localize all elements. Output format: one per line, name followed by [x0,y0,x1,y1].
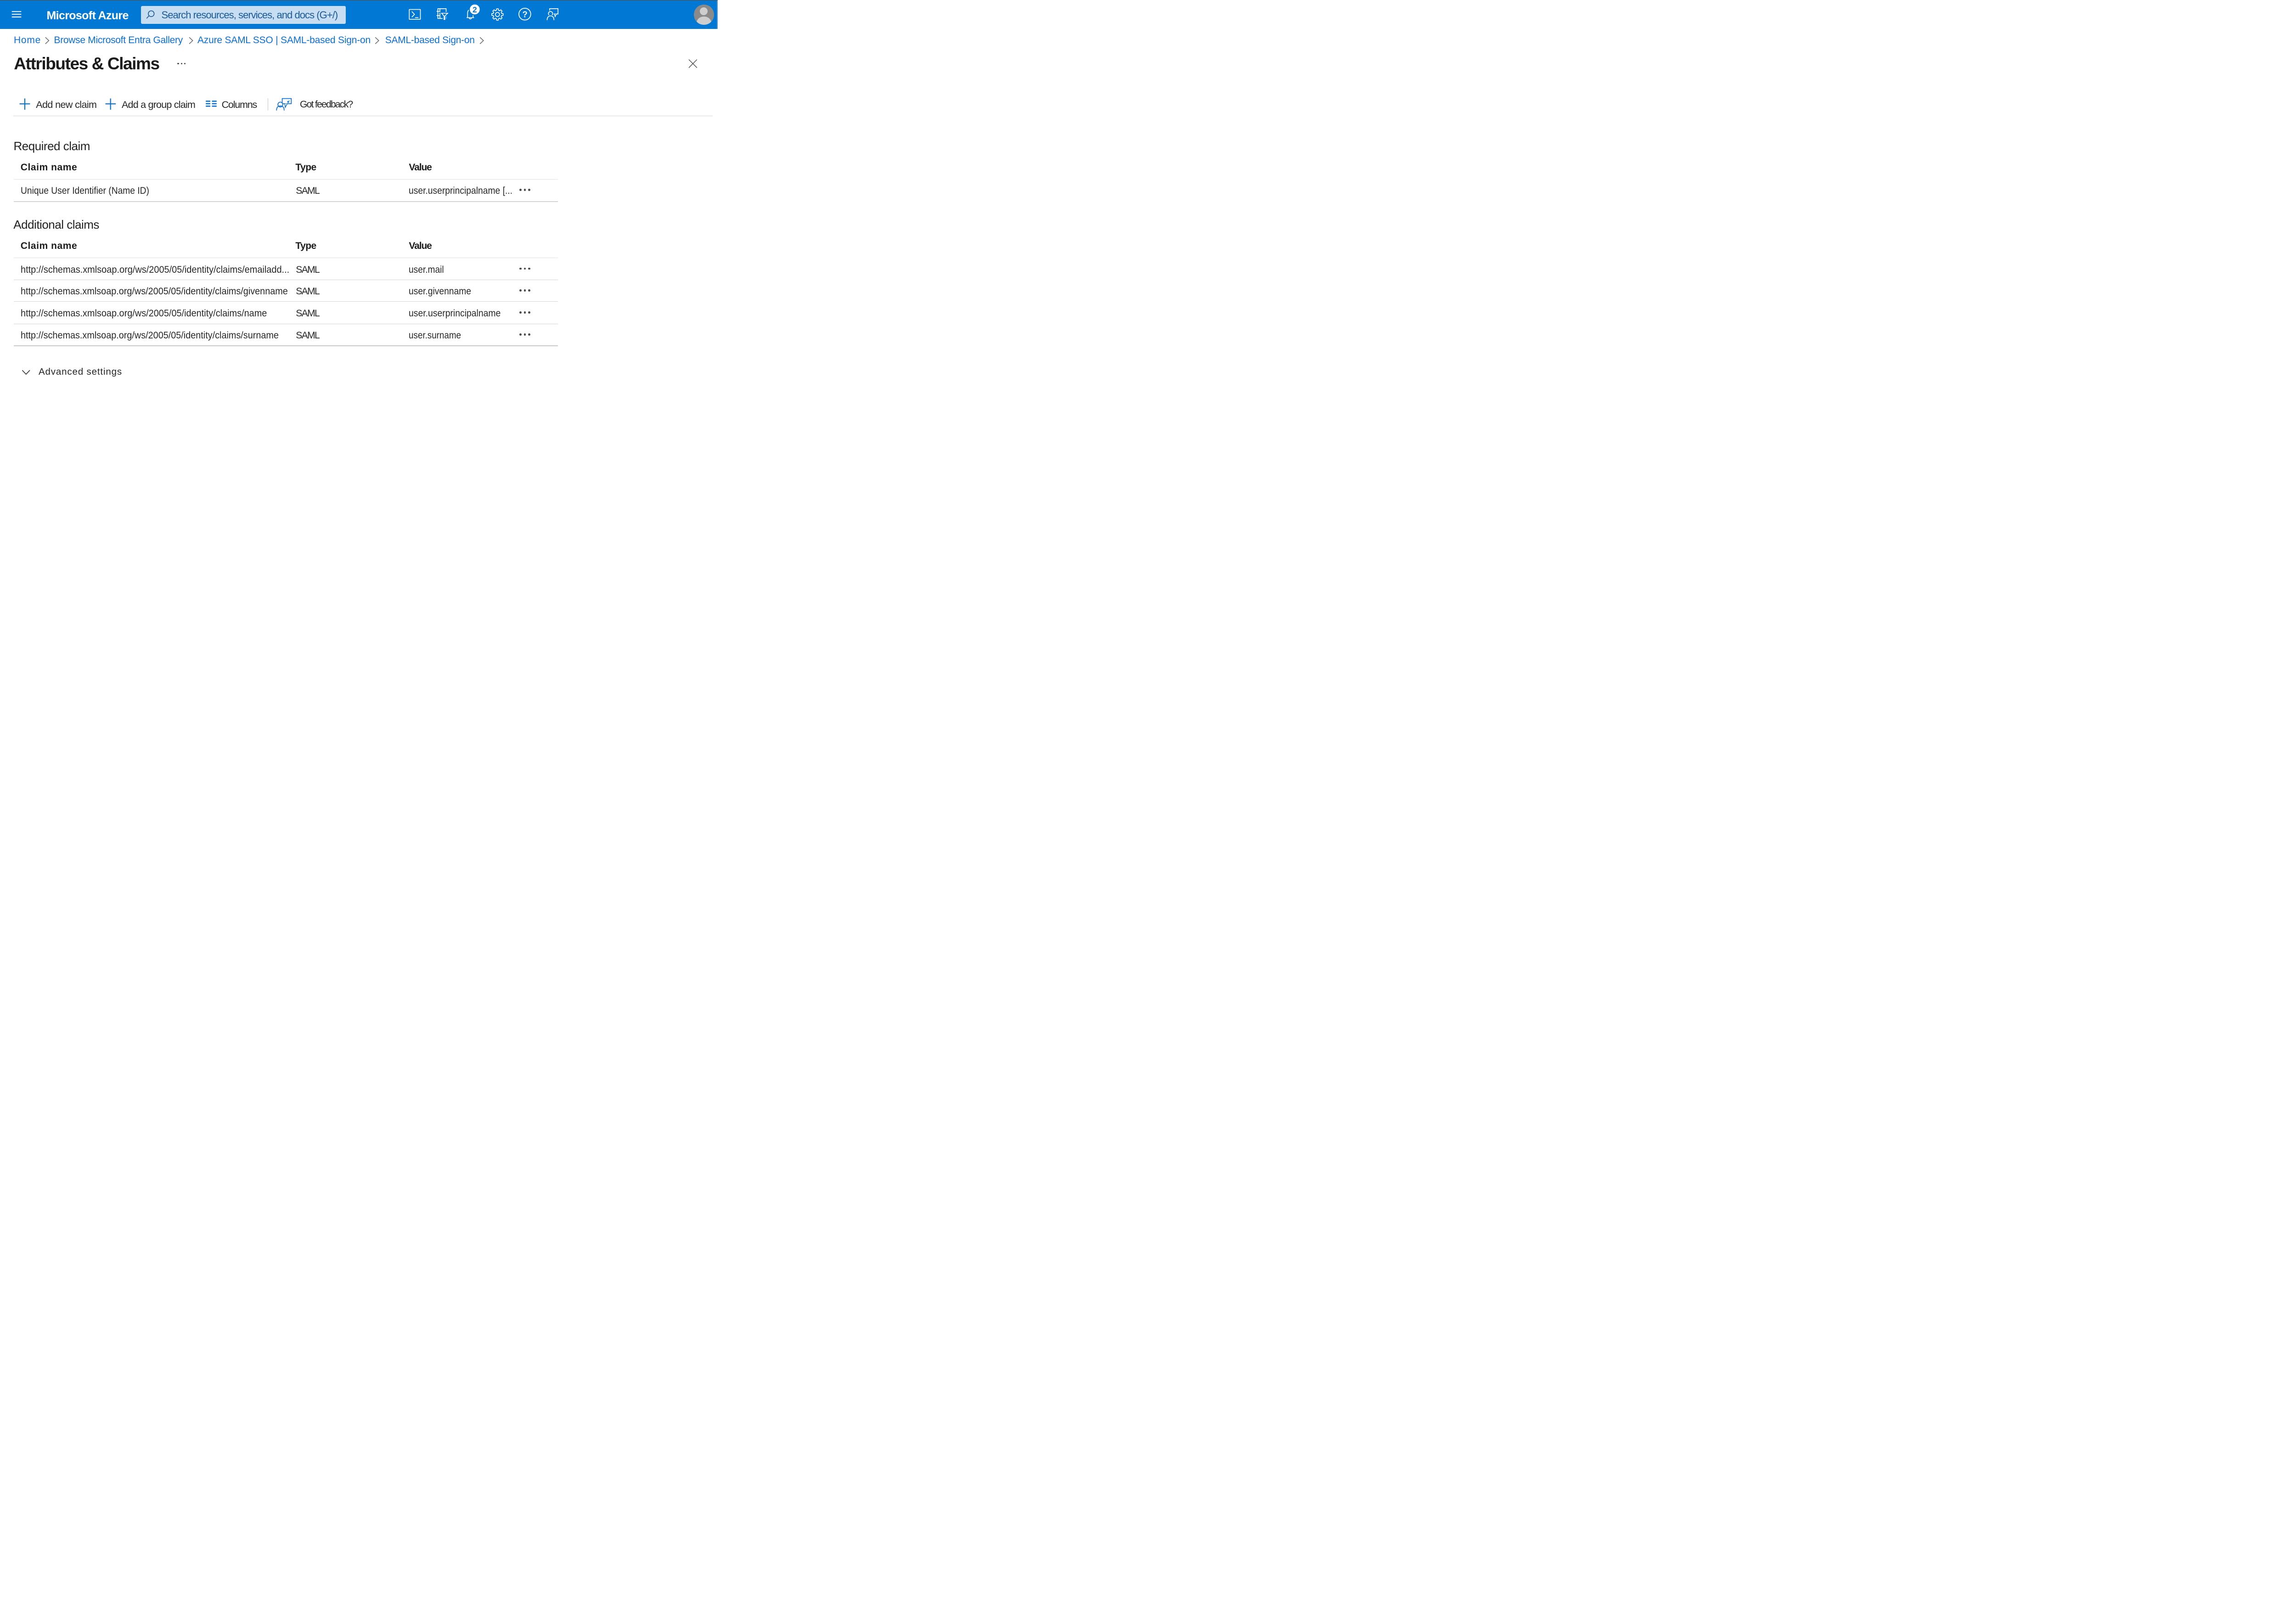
svg-text:?: ? [522,10,527,19]
svg-text:2: 2 [473,5,477,14]
